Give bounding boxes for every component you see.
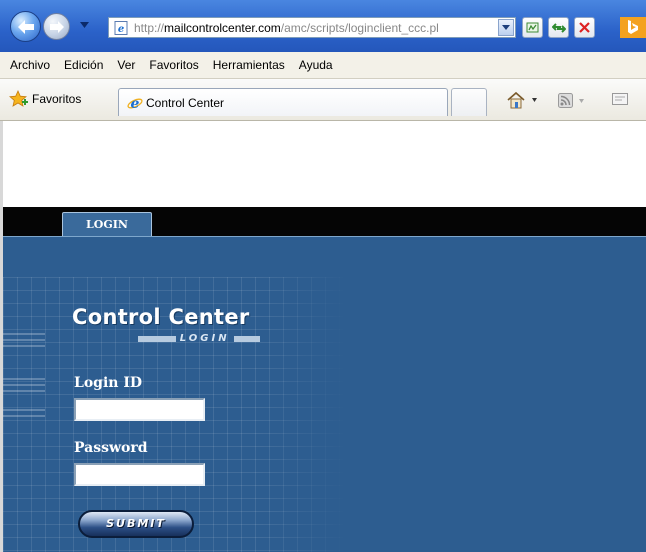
login-id-label: Login ID xyxy=(74,375,143,391)
rss-feed-icon xyxy=(558,93,573,108)
brand-subtitle: LOGIN xyxy=(138,332,260,345)
favorites-label: Favoritos xyxy=(32,92,82,106)
ie-icon: e xyxy=(127,96,143,111)
url-field[interactable]: e http://mailcontrolcenter.com/amc/scrip… xyxy=(108,17,516,38)
stripe-decoration xyxy=(3,384,45,386)
password-input[interactable] xyxy=(74,463,205,486)
back-arrow-icon[interactable] xyxy=(10,11,41,42)
stripe-decoration xyxy=(3,409,45,411)
feeds-dropdown-icon[interactable] xyxy=(579,98,584,103)
brand-title: Control Center xyxy=(72,305,250,329)
tab-login[interactable]: LOGIN xyxy=(62,212,152,237)
favorites-bar: Favoritos e Control Center xyxy=(0,79,646,121)
stripe-decoration xyxy=(3,415,45,417)
forward-arrow-icon[interactable] xyxy=(43,13,70,40)
url-dropdown-icon[interactable] xyxy=(498,19,514,36)
bing-icon[interactable] xyxy=(620,17,646,38)
password-label: Password xyxy=(74,440,148,456)
home-dropdown-icon[interactable] xyxy=(532,98,537,102)
brand-subtitle-text: LOGIN xyxy=(179,333,230,344)
refresh-icon[interactable] xyxy=(548,17,569,38)
login-panel xyxy=(3,236,646,552)
stripe-decoration xyxy=(3,345,45,347)
stripe-decoration xyxy=(3,339,45,341)
submit-button[interactable]: SUBMIT xyxy=(78,510,194,538)
menu-favoritos[interactable]: Favoritos xyxy=(142,58,205,72)
page-icon: e xyxy=(114,20,128,35)
home-icon xyxy=(507,91,525,109)
stripe-decoration xyxy=(3,390,45,392)
browser-tab[interactable]: e Control Center xyxy=(118,88,448,116)
subtitle-bar-right xyxy=(233,335,260,342)
menu-edicion[interactable]: Edición xyxy=(57,58,110,72)
menu-bar: Archivo Edición Ver Favoritos Herramient… xyxy=(0,52,646,79)
menu-ayuda[interactable]: Ayuda xyxy=(292,58,340,72)
stop-icon[interactable] xyxy=(574,17,595,38)
stripe-decoration xyxy=(3,333,45,335)
svg-text:e: e xyxy=(131,96,140,111)
menu-ver[interactable]: Ver xyxy=(110,58,142,72)
menu-herramientas[interactable]: Herramientas xyxy=(206,58,292,72)
tab-title: Control Center xyxy=(146,95,225,110)
mail-button[interactable] xyxy=(612,93,628,105)
star-icon xyxy=(9,90,28,107)
svg-text:e: e xyxy=(118,24,124,35)
feeds-button[interactable] xyxy=(558,93,584,108)
login-id-input[interactable] xyxy=(74,398,205,421)
url-text: http://mailcontrolcenter.com/amc/scripts… xyxy=(134,20,439,35)
address-bar: e http://mailcontrolcenter.com/amc/scrip… xyxy=(0,0,646,52)
subtitle-bar-left xyxy=(138,335,176,342)
favorites-button[interactable]: Favoritos xyxy=(9,90,81,108)
menu-archivo[interactable]: Archivo xyxy=(0,58,57,72)
stripe-decoration xyxy=(3,378,45,380)
home-button[interactable] xyxy=(506,91,537,109)
page-header-space xyxy=(3,121,646,207)
read-mail-icon xyxy=(612,93,628,105)
compatibility-view-icon[interactable] xyxy=(522,17,543,38)
nav-history-dropdown-icon[interactable] xyxy=(80,22,89,28)
new-tab-button[interactable] xyxy=(451,88,487,116)
